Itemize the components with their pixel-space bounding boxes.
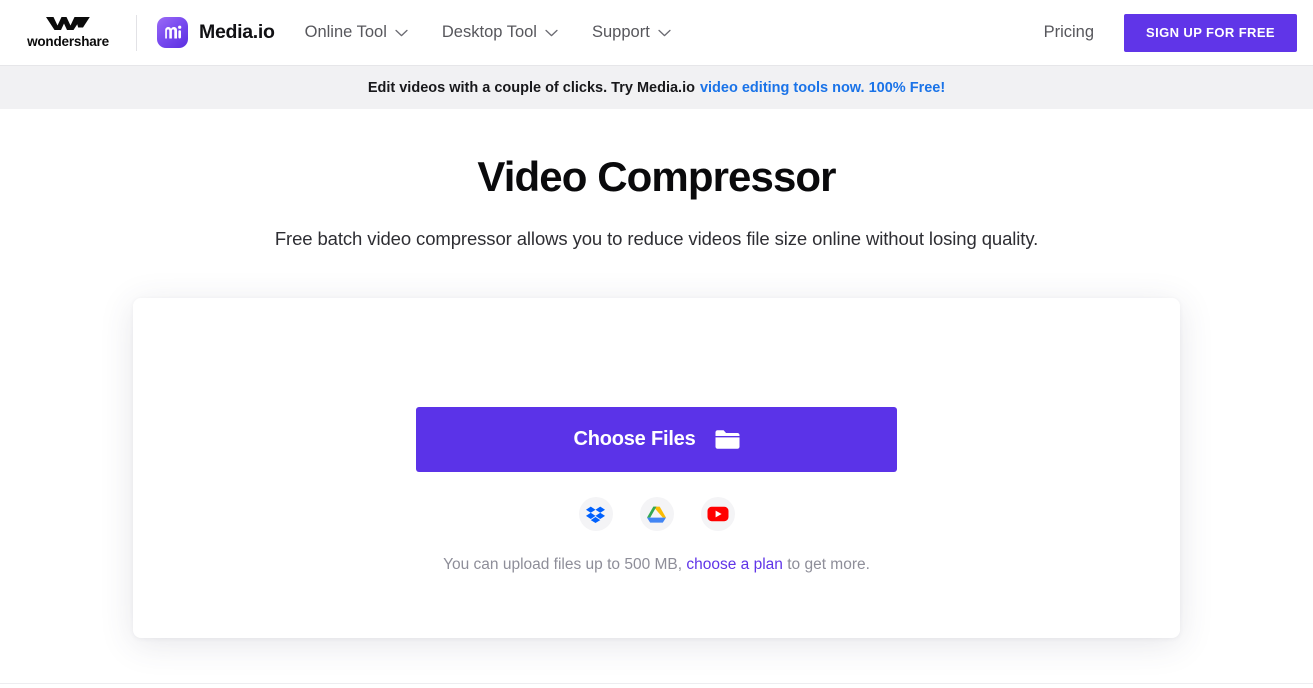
main-navigation: Online Tool Desktop Tool Support [305,23,671,42]
nav-item-online-tool[interactable]: Online Tool [305,23,408,42]
media-io-wordmark: Media.io [199,21,275,43]
promo-banner-text: Edit videos with a couple of clicks. Try… [367,79,695,96]
wondershare-logo[interactable]: wondershare [18,16,118,49]
folder-icon [715,429,740,450]
sign-up-button[interactable]: SIGN UP FOR FREE [1124,13,1297,52]
site-header: wondershare Media.io Online Tool Desktop… [0,0,1313,66]
header-actions: Pricing SIGN UP FOR FREE [1044,13,1297,52]
bottom-divider [0,683,1313,684]
dropbox-icon [586,506,605,523]
upload-limit-prefix: You can upload files up to 500 MB, [443,556,683,573]
upload-card: Choose Files You can upload files up to … [133,298,1180,638]
main-content: Video Compressor Free batch video compre… [0,109,1313,688]
google-drive-import-button[interactable] [639,497,674,531]
media-io-logo-icon [157,17,188,48]
nav-item-support[interactable]: Support [592,23,671,42]
promo-banner: Edit videos with a couple of clicks. Try… [0,66,1313,109]
page-title: Video Compressor [477,153,836,200]
choose-files-button[interactable]: Choose Files [416,407,897,472]
media-io-logo[interactable]: Media.io [157,17,275,48]
youtube-import-button[interactable] [700,497,735,531]
chevron-down-icon [658,29,671,37]
nav-item-label: Online Tool [304,23,387,41]
page-subtitle: Free batch video compressor allows you t… [274,228,1039,250]
header-divider [136,14,137,51]
wondershare-w-mark-icon [45,16,91,31]
google-drive-icon [647,506,666,523]
cloud-import-options [578,497,735,531]
upload-limit-suffix: to get more. [787,556,870,573]
choose-files-label: Choose Files [573,428,696,450]
nav-item-label: Support [591,23,650,41]
nav-item-label: Desktop Tool [441,23,537,41]
upload-limit-note: You can upload files up to 500 MB, choos… [443,556,870,574]
chevron-down-icon [545,29,558,37]
dropbox-import-button[interactable] [578,497,613,531]
pricing-link[interactable]: Pricing [1044,23,1094,42]
nav-item-desktop-tool[interactable]: Desktop Tool [442,23,558,42]
wondershare-wordmark: wondershare [27,34,109,49]
youtube-icon [707,506,729,522]
promo-banner-link[interactable]: video editing tools now. 100% Free! [700,80,945,96]
chevron-down-icon [395,29,408,37]
choose-a-plan-link[interactable]: choose a plan [686,556,783,573]
